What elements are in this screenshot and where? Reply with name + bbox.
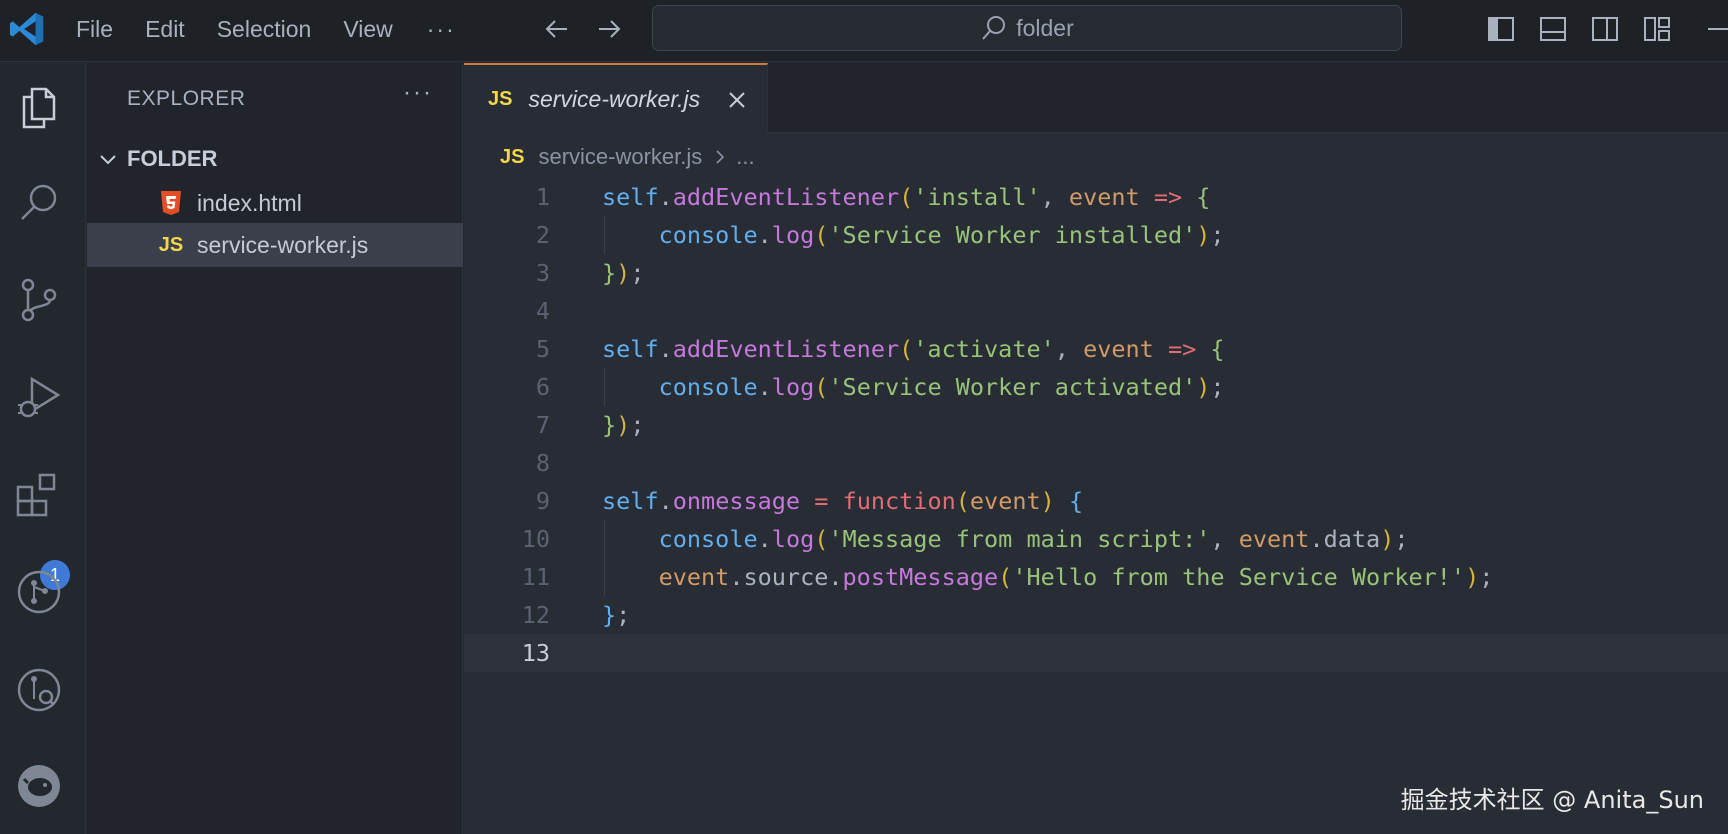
breadcrumb-file[interactable]: service-worker.js bbox=[538, 144, 702, 170]
breadcrumb-symbols[interactable]: ... bbox=[736, 144, 754, 170]
command-center-search[interactable]: folder bbox=[652, 5, 1402, 51]
line-number: 6 bbox=[535, 373, 550, 401]
breadcrumb: JS service-worker.js ... bbox=[500, 141, 755, 173]
line-number: 13 bbox=[521, 639, 550, 667]
extensions-icon[interactable] bbox=[14, 469, 64, 519]
menu-edit[interactable]: Edit bbox=[129, 16, 201, 43]
line-number: 8 bbox=[535, 449, 550, 477]
menu-more-button[interactable]: ··· bbox=[409, 16, 474, 43]
code-line: 10 console.log('Message from main script… bbox=[464, 520, 1728, 558]
js-icon: JS bbox=[500, 145, 525, 168]
tab-bar: JS service-worker.js bbox=[464, 63, 1728, 134]
tab-service-worker-js[interactable]: JS service-worker.js bbox=[464, 63, 768, 134]
code-line: 3 }); bbox=[464, 254, 1728, 292]
code-text: console.log('Service Worker activated'); bbox=[658, 373, 1225, 401]
chevron-right-icon bbox=[716, 150, 725, 164]
code-editor[interactable]: 1 self.addEventListener('install', event… bbox=[464, 178, 1728, 672]
menu-file[interactable]: File bbox=[60, 16, 129, 43]
file-name: service-worker.js bbox=[197, 231, 369, 258]
tab-label: service-worker.js bbox=[528, 86, 701, 112]
code-line: 1 self.addEventListener('install', event… bbox=[464, 178, 1728, 216]
folder-header[interactable]: FOLDER bbox=[87, 139, 463, 179]
code-text: console.log('Service Worker installed'); bbox=[658, 221, 1225, 249]
forward-arrow-icon[interactable] bbox=[594, 14, 624, 44]
explorer-icon[interactable] bbox=[14, 83, 64, 133]
line-number: 5 bbox=[535, 335, 550, 363]
activity-bar: 1 bbox=[0, 63, 86, 834]
remote-explorer-icon[interactable] bbox=[14, 761, 64, 811]
file-name: index.html bbox=[197, 189, 302, 216]
code-line: 6 console.log('Service Worker activated'… bbox=[464, 368, 1728, 406]
close-icon[interactable] bbox=[726, 89, 748, 111]
code-text: }; bbox=[602, 601, 631, 629]
toggle-panel-icon[interactable] bbox=[1538, 14, 1568, 44]
customize-layout-icon[interactable] bbox=[1642, 14, 1672, 44]
sidebar-more-button[interactable]: ··· bbox=[403, 79, 433, 107]
back-arrow-icon[interactable] bbox=[542, 14, 572, 44]
search-icon[interactable] bbox=[14, 179, 64, 229]
line-number: 11 bbox=[521, 563, 550, 591]
code-line: 11 event.source.postMessage('Hello from … bbox=[464, 558, 1728, 596]
sidebar-title: EXPLORER bbox=[127, 87, 246, 110]
code-line: 7 }); bbox=[464, 406, 1728, 444]
gitlens-icon[interactable] bbox=[14, 665, 64, 715]
file-item-index-html[interactable]: index.html bbox=[87, 181, 463, 225]
js-icon: JS bbox=[488, 88, 513, 110]
explorer-sidebar: EXPLORER ··· FOLDER index.html JS servic… bbox=[87, 63, 463, 834]
line-number: 12 bbox=[521, 601, 550, 629]
code-line: 9 self.onmessage = function(event) { bbox=[464, 482, 1728, 520]
run-and-debug-icon[interactable] bbox=[14, 373, 64, 423]
search-text: folder bbox=[1016, 14, 1074, 41]
line-number: 9 bbox=[535, 487, 550, 515]
code-line: 8 bbox=[464, 444, 1728, 482]
menu-bar: File Edit Selection View ··· bbox=[60, 0, 474, 58]
folder-name: FOLDER bbox=[127, 146, 218, 171]
toggle-primary-sidebar-icon[interactable] bbox=[1486, 14, 1516, 44]
search-icon bbox=[982, 16, 1006, 40]
code-line: 4 bbox=[464, 292, 1728, 330]
line-number: 7 bbox=[535, 411, 550, 439]
source-control-icon[interactable] bbox=[14, 275, 64, 325]
code-line: 12 }; bbox=[464, 596, 1728, 634]
html5-icon bbox=[157, 189, 185, 217]
title-bar: File Edit Selection View ··· folder bbox=[0, 0, 1728, 62]
js-icon: JS bbox=[158, 233, 184, 256]
git-graph-icon[interactable] bbox=[14, 567, 64, 617]
code-text: }); bbox=[602, 259, 645, 287]
code-text: console.log('Message from main script:',… bbox=[658, 525, 1409, 553]
code-text: self.addEventListener('activate', event … bbox=[602, 335, 1225, 363]
toggle-secondary-sidebar-icon[interactable] bbox=[1590, 14, 1620, 44]
code-text: self.addEventListener('install', event =… bbox=[602, 183, 1211, 211]
code-line-current: 13 bbox=[464, 634, 1728, 672]
line-number: 1 bbox=[535, 183, 550, 211]
code-text: event.source.postMessage('Hello from the… bbox=[658, 563, 1494, 591]
line-number: 3 bbox=[535, 259, 550, 287]
code-text: self.onmessage = function(event) { bbox=[602, 487, 1084, 515]
minimize-icon[interactable] bbox=[1700, 14, 1728, 44]
menu-view[interactable]: View bbox=[327, 16, 408, 43]
editor-area: JS service-worker.js JS service-worker.j… bbox=[464, 63, 1728, 834]
vscode-logo-icon[interactable] bbox=[8, 10, 46, 48]
line-number: 2 bbox=[535, 221, 550, 249]
file-item-service-worker-js[interactable]: JS service-worker.js bbox=[87, 223, 463, 267]
line-number: 4 bbox=[535, 297, 550, 325]
code-text: }); bbox=[602, 411, 645, 439]
menu-selection[interactable]: Selection bbox=[201, 16, 328, 43]
line-number: 10 bbox=[521, 525, 550, 553]
code-line: 5 self.addEventListener('activate', even… bbox=[464, 330, 1728, 368]
chevron-down-icon bbox=[100, 155, 116, 165]
watermark: 掘金技术社区 @ Anita_Sun bbox=[1400, 786, 1704, 814]
code-line: 2 console.log('Service Worker installed'… bbox=[464, 216, 1728, 254]
